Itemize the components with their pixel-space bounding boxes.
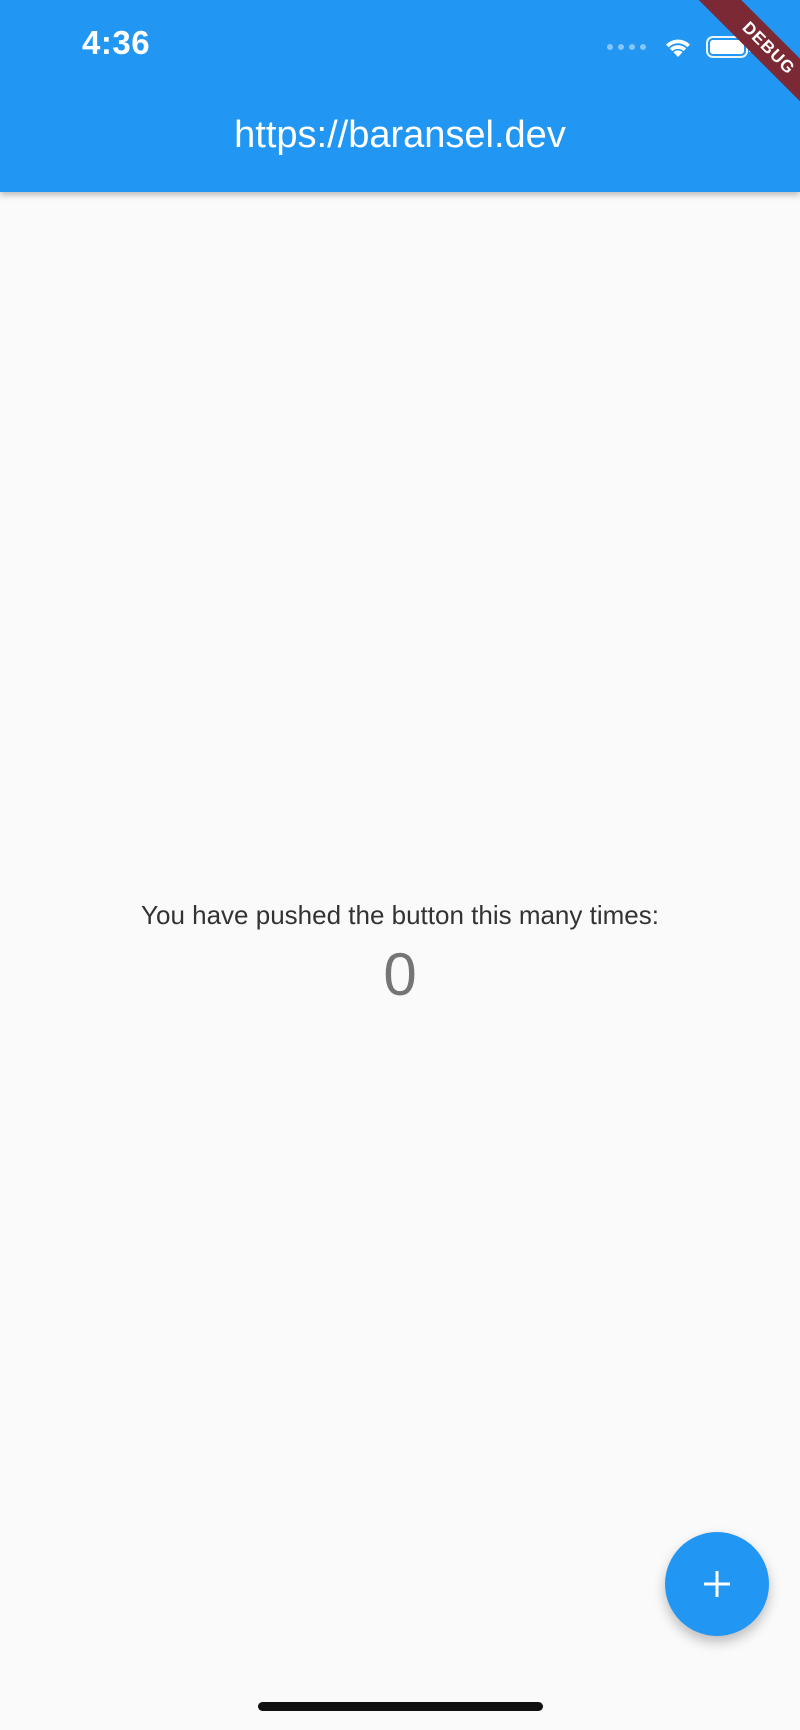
plus-icon (704, 1571, 730, 1597)
app-bar: 4:36 https://baransel.dev (0, 0, 800, 192)
debug-banner-label: DEBUG (690, 0, 800, 106)
main-content: You have pushed the button this many tim… (0, 192, 800, 1730)
home-indicator[interactable] (258, 1702, 543, 1711)
app-screen: 4:36 https://baransel.dev DEBUG You have… (0, 0, 800, 1730)
increment-button[interactable] (665, 1532, 769, 1636)
cellular-signal-icon (607, 44, 646, 50)
counter-label: You have pushed the button this many tim… (141, 900, 659, 930)
page-title: https://baransel.dev (234, 114, 566, 156)
counter-value: 0 (383, 941, 417, 1008)
debug-banner: DEBUG (690, 0, 800, 110)
status-time: 4:36 (82, 24, 151, 61)
